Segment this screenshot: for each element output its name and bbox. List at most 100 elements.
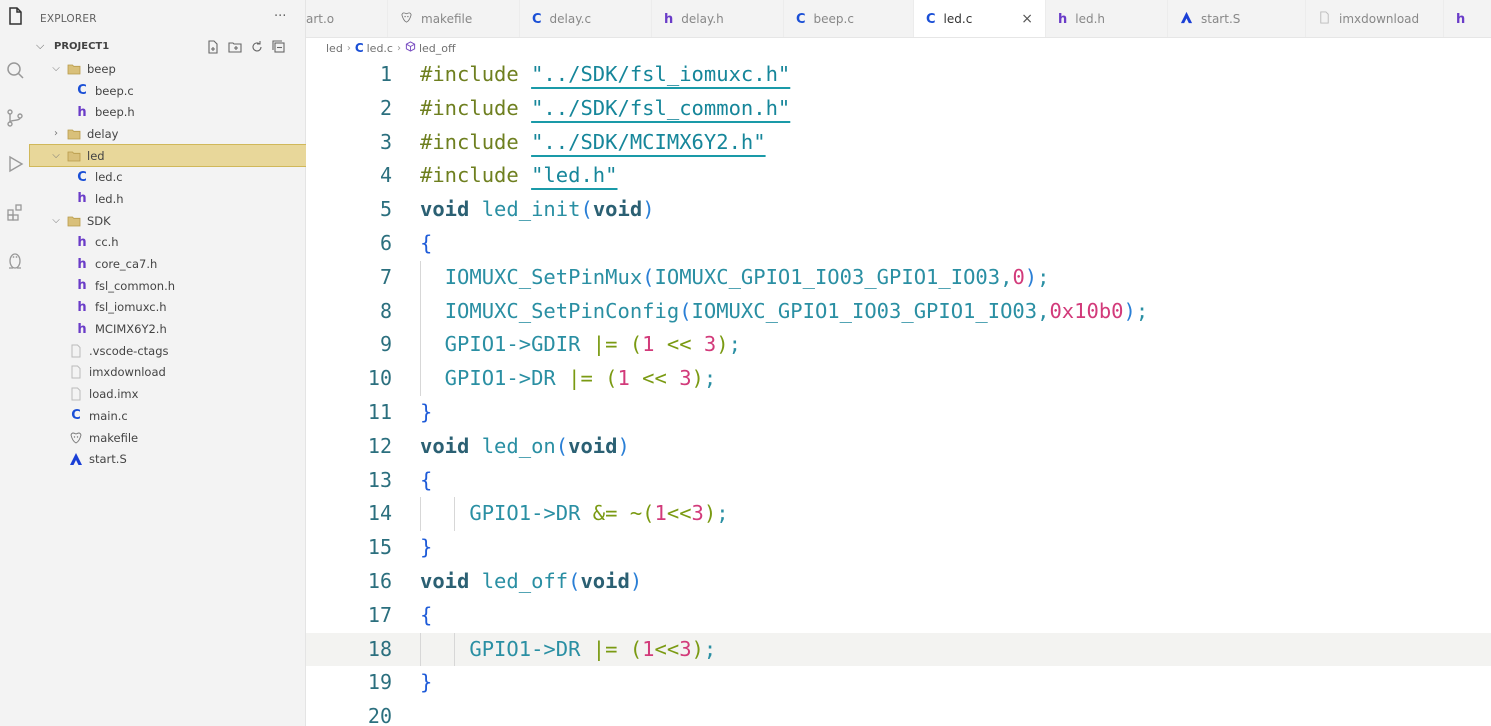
run-debug-icon[interactable] [3, 152, 27, 176]
tree-item-imxdownload[interactable]: imxdownload [30, 362, 306, 384]
tab-delay-h[interactable]: h delay.h [652, 0, 784, 37]
code-line[interactable]: 16 void led_off(void) [306, 565, 1491, 599]
code-token-plain: GPIO1->DR [420, 366, 569, 391]
line-number: 18 [367, 636, 392, 661]
header-file-icon: h [1058, 11, 1068, 27]
code-line[interactable]: 2 #include "../SDK/fsl_common.h" [306, 92, 1491, 126]
code-line[interactable]: 10 GPIO1->DR |= (1 << 3); [306, 362, 1491, 396]
tab-delay-c[interactable]: Cdelay.c [520, 0, 652, 37]
tab-led-c[interactable]: Cled.c × [914, 0, 1046, 37]
tree-item-label: delay [87, 126, 119, 141]
tree-item-start-s[interactable]: start.S [30, 448, 306, 470]
line-number: 17 [367, 602, 392, 627]
code-token-type: void [592, 197, 643, 222]
linux-tux-icon[interactable] [3, 248, 27, 272]
line-number: 19 [367, 670, 392, 695]
code-token-paren1: ) [1123, 298, 1136, 323]
code-token-pp: #include [420, 129, 532, 154]
code-token-type: void [568, 433, 618, 458]
tree-item-beep-c[interactable]: Cbeep.c [30, 80, 306, 102]
tree-item-delay[interactable]: › delay [30, 123, 306, 145]
tree-item-beep-h[interactable]: h beep.h [30, 101, 306, 123]
source-control-icon[interactable] [3, 106, 27, 130]
breadcrumb-folder[interactable]: led [326, 42, 343, 55]
code-line[interactable]: 9 GPIO1->GDIR |= (1 << 3); [306, 328, 1491, 363]
tree-item-beep[interactable]: ⌵ beep [30, 58, 306, 80]
project-root[interactable]: ⌵ PROJECT1 [30, 38, 306, 58]
tree-item-makefile[interactable]: makefile [30, 427, 306, 449]
breadcrumb-symbol[interactable]: led_off [419, 42, 456, 55]
tab-label: art.o [306, 12, 335, 26]
tab-beep-c[interactable]: Cbeep.c [784, 0, 914, 37]
code-text: } [420, 535, 432, 559]
tree-item-fsl-common-h[interactable]: h fsl_common.h [30, 275, 306, 297]
code-line[interactable]: 19} [306, 666, 1491, 700]
breadcrumb-file[interactable]: led.c [367, 42, 393, 55]
code-token-plain: GPIO1->GDIR [420, 332, 593, 357]
tree-item-label: beep [87, 61, 116, 76]
code-line[interactable]: 12 void led_on(void) [306, 430, 1491, 464]
tree-item-label: led [87, 148, 105, 163]
makefile-icon [400, 11, 413, 28]
code-editor[interactable]: 1 #include "../SDK/fsl_iomuxc.h" 2 #include… [306, 58, 1491, 726]
extensions-icon[interactable] [3, 200, 27, 224]
code-line[interactable]: 15} [306, 531, 1491, 565]
code-line[interactable]: 1 #include "../SDK/fsl_iomuxc.h" [306, 58, 1491, 92]
tree-item-led-h[interactable]: h led.h [30, 188, 306, 210]
code-line[interactable]: 11} [306, 396, 1491, 430]
tree-item-core-ca7-h[interactable]: h core_ca7.h [30, 253, 306, 275]
refresh-icon[interactable] [250, 39, 266, 55]
tree-item-vscode-ctags[interactable]: .vscode-ctags [30, 340, 306, 362]
code-token-num: 1 [642, 636, 655, 661]
code-token-paren2: ) [703, 501, 717, 526]
code-token-paren1: ) [617, 433, 630, 458]
line-number: 15 [367, 535, 392, 560]
code-line[interactable]: 13 { [306, 464, 1491, 498]
code-line[interactable]: 14 GPIO1->DR &= ~(1<<3); [306, 497, 1491, 532]
code-line[interactable]: 3 #include "../SDK/MCIMX6Y2.h" [306, 126, 1491, 160]
code-line[interactable]: 5 void led_init(void) [306, 193, 1491, 227]
code-token-op: ~ [629, 501, 643, 526]
search-icon[interactable] [3, 58, 27, 82]
code-line[interactable]: 17 { [306, 599, 1491, 633]
file-icon [68, 344, 84, 358]
line-number: 8 [379, 298, 392, 323]
chevron-down-icon: ⌵ [52, 63, 60, 75]
code-line[interactable]: 6{ [306, 227, 1491, 261]
code-line[interactable]: 18 GPIO1->DR |= (1<<3); [306, 632, 1491, 667]
tab-start-s[interactable]: start.S [1168, 0, 1306, 37]
code-line[interactable]: 20 [306, 700, 1491, 726]
code-text: #include "led.h" [420, 163, 618, 187]
tab-led-h[interactable]: h led.h [1046, 0, 1168, 37]
tree-item-label: cc.h [95, 235, 119, 250]
tree-item-led-c[interactable]: Cled.c [30, 166, 306, 188]
tab-art-o[interactable]: art.o [306, 0, 388, 37]
new-file-icon[interactable] [206, 39, 222, 55]
tree-item-label: start.S [89, 452, 127, 467]
close-tab-icon[interactable]: × [1021, 11, 1033, 27]
tab-makefile[interactable]: makefile [388, 0, 520, 37]
tree-item-load-imx[interactable]: load.imx [30, 383, 306, 405]
tree-item-main-c[interactable]: Cmain.c [30, 405, 306, 427]
tree-item-fsl-iomuxc-h[interactable]: h fsl_iomuxc.h [30, 297, 306, 319]
tab-imxdownload[interactable]: imxdownload [1306, 0, 1444, 37]
chevron-right-icon: › [396, 42, 401, 54]
tree-item-led[interactable]: ⌵ led [29, 143, 307, 168]
tree-item-mcimx6y2-h[interactable]: h MCIMX6Y2.h [30, 318, 306, 340]
new-folder-icon[interactable] [228, 39, 244, 55]
code-line[interactable]: 7 IOMUXC_SetPinMux(IOMUXC_GPIO1_IO03_GPI… [306, 260, 1491, 295]
code-token-op: &= [592, 501, 618, 526]
code-line[interactable]: 8 IOMUXC_SetPinConfig(IOMUXC_GPIO1_IO03_… [306, 294, 1491, 329]
tab-label: led.c [943, 12, 973, 26]
collapse-all-icon[interactable] [272, 39, 288, 55]
tree-item-sdk[interactable]: ⌵ SDK [30, 210, 306, 232]
line-number: 3 [379, 129, 392, 154]
explorer-files-icon[interactable] [3, 4, 27, 28]
code-token-fn: led_off [481, 569, 569, 593]
tab-overflow[interactable]: h [1444, 0, 1491, 37]
code-line[interactable]: 4 #include "led.h" [306, 159, 1491, 193]
more-actions-button[interactable]: ··· [274, 9, 286, 24]
tree-item-cc-h[interactable]: h cc.h [30, 232, 306, 254]
